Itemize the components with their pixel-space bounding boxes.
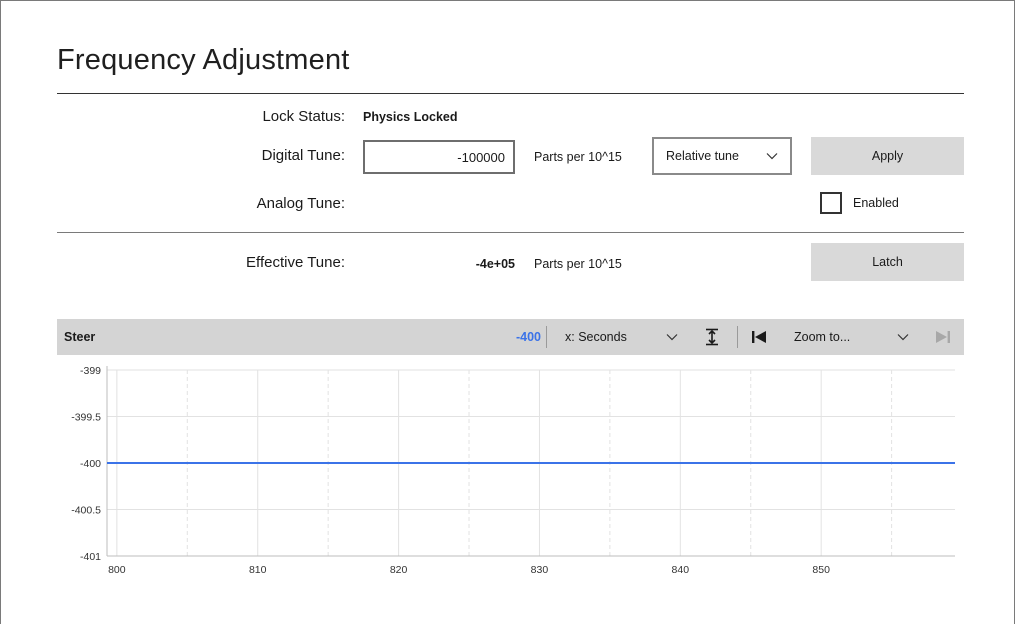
zoom-select-value: Zoom to... xyxy=(794,330,851,344)
digital-tune-input[interactable] xyxy=(363,140,515,174)
effective-tune-label: Effective Tune: xyxy=(246,254,345,271)
autoscale-y-icon[interactable] xyxy=(702,327,722,347)
enabled-label: Enabled xyxy=(853,196,899,210)
x-tick-label: 850 xyxy=(812,564,830,576)
plot-name: Steer xyxy=(64,330,96,344)
effective-tune-value: -4e+05 xyxy=(475,257,515,271)
latch-button[interactable]: Latch xyxy=(811,243,964,281)
digital-tune-units: Parts per 10^15 xyxy=(534,150,622,164)
jump-to-start-icon[interactable] xyxy=(749,327,769,347)
y-tick-label: -400 xyxy=(80,458,101,470)
apply-button[interactable]: Apply xyxy=(811,137,964,175)
x-tick-label: 800 xyxy=(108,564,126,576)
tune-mode-select[interactable]: Relative tune xyxy=(652,137,792,175)
y-tick-label: -399.5 xyxy=(71,412,101,424)
section-divider xyxy=(57,232,964,233)
digital-tune-label: Digital Tune: xyxy=(261,147,345,164)
x-tick-label: 830 xyxy=(531,564,549,576)
chevron-down-icon xyxy=(897,334,909,341)
toolbar-separator xyxy=(737,326,738,348)
page-title: Frequency Adjustment xyxy=(57,44,350,76)
analog-tune-label: Analog Tune: xyxy=(256,195,345,212)
chevron-down-icon xyxy=(666,334,678,341)
tune-mode-value: Relative tune xyxy=(666,149,739,163)
toolbar-separator xyxy=(546,326,547,348)
y-tick-label: -401 xyxy=(80,551,101,563)
x-tick-label: 820 xyxy=(390,564,408,576)
title-divider xyxy=(57,93,964,94)
x-tick-label: 810 xyxy=(249,564,267,576)
enabled-checkbox[interactable] xyxy=(820,192,842,214)
jump-to-end-icon[interactable] xyxy=(933,327,953,347)
lock-status-label: Lock Status: xyxy=(262,108,345,125)
x-axis-select[interactable]: x: Seconds xyxy=(553,319,693,355)
chevron-down-icon xyxy=(766,153,778,160)
effective-tune-units: Parts per 10^15 xyxy=(534,257,622,271)
y-tick-label: -399 xyxy=(80,365,101,377)
x-tick-label: 840 xyxy=(672,564,690,576)
x-axis-select-value: x: Seconds xyxy=(565,330,627,344)
current-value: -400 xyxy=(515,330,541,344)
lock-status-value: Physics Locked xyxy=(363,110,458,124)
plot-toolbar: Steer -400 x: Seconds Zoom to... xyxy=(57,319,964,355)
zoom-select[interactable]: Zoom to... xyxy=(782,319,922,355)
steer-chart: -399 -399.5 -400 -400.5 -401 800 810 820 830 840 8… xyxy=(71,365,955,576)
y-tick-label: -400.5 xyxy=(71,505,101,517)
